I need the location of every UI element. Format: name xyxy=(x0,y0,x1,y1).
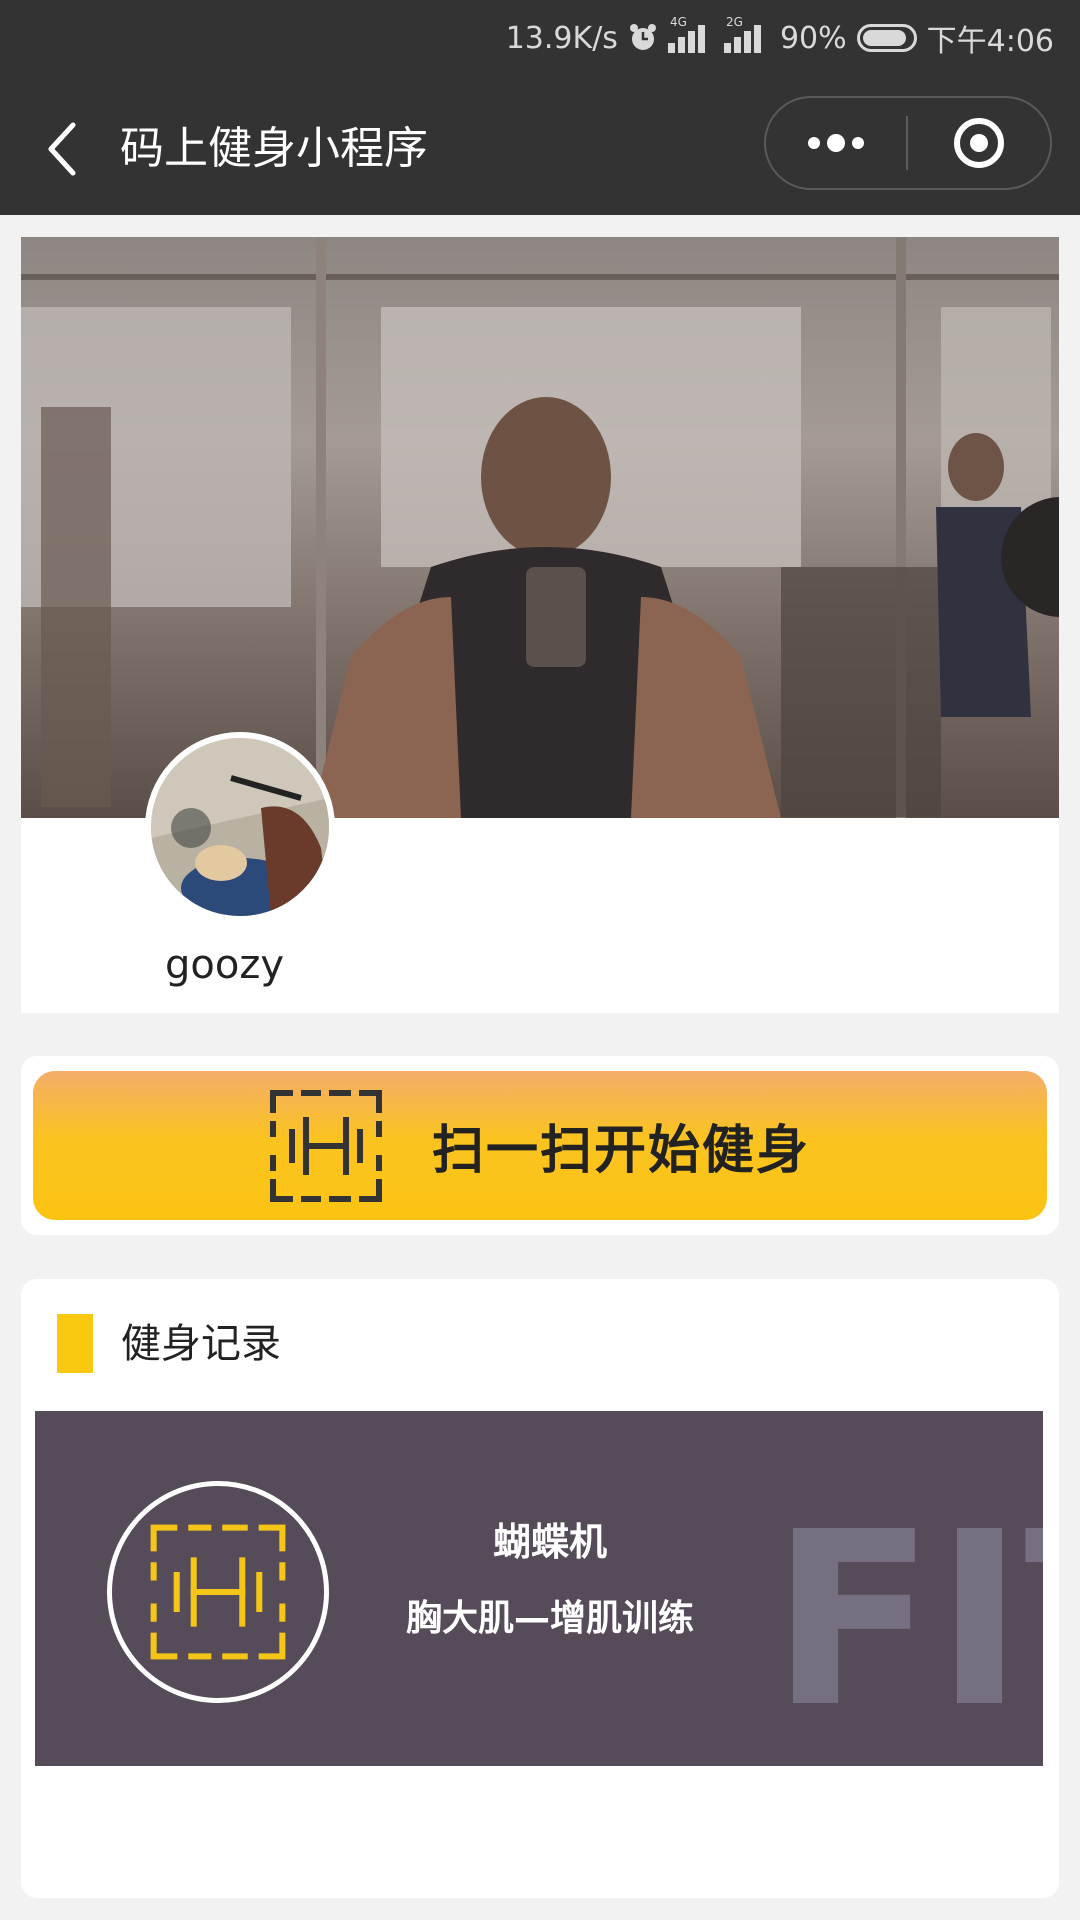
records-section: 健身记录 蝴蝶机 胸大肌—增肌训练 FIT xyxy=(21,1279,1059,1898)
clock: 下午4:06 xyxy=(926,24,1054,59)
profile-card: goozy xyxy=(21,237,1059,1013)
dumbbell-scan-icon xyxy=(269,1089,382,1202)
battery-icon xyxy=(856,24,917,52)
avatar-photo xyxy=(151,738,329,916)
close-button[interactable] xyxy=(908,98,1050,188)
back-button[interactable] xyxy=(36,114,86,184)
watermark-text: FIT xyxy=(771,1503,1043,1760)
section-marker xyxy=(57,1314,93,1373)
record-item[interactable]: 蝴蝶机 胸大肌—增肌训练 FIT xyxy=(35,1411,1043,1766)
record-equipment-name: 蝴蝶机 xyxy=(492,1520,607,1564)
net-speed: 13.9K/s xyxy=(505,20,618,56)
mini-program-capsule xyxy=(764,96,1052,190)
alarm-icon xyxy=(629,24,656,50)
status-bar: 13.9K/s 4G 2G 90% 下午4:06 xyxy=(506,14,1054,62)
record-badge xyxy=(107,1481,329,1703)
avatar[interactable] xyxy=(145,732,335,922)
top-bar: 13.9K/s 4G 2G 90% 下午4:06 码上健身小程序 xyxy=(0,0,1080,215)
record-description: 胸大肌—增肌训练 xyxy=(405,1598,694,1639)
scan-start-button[interactable]: 扫一扫开始健身 xyxy=(33,1071,1047,1220)
fit-watermark: FIT xyxy=(771,1503,1043,1760)
scan-section: 扫一扫开始健身 xyxy=(21,1056,1059,1235)
profile-banner-image xyxy=(21,237,1059,818)
dumbbell-scan-icon xyxy=(150,1524,286,1660)
more-dots-icon xyxy=(808,134,864,152)
signal-4g-icon: 4G xyxy=(667,15,714,55)
target-circle-icon xyxy=(954,118,1004,168)
battery-percent: 90% xyxy=(779,20,847,56)
page-title: 码上健身小程序 xyxy=(120,123,428,174)
username: goozy xyxy=(165,942,285,988)
scan-label: 扫一扫开始健身 xyxy=(431,1121,810,1181)
gym-photo xyxy=(21,237,1059,818)
records-title: 健身记录 xyxy=(121,1321,281,1367)
signal-2g-icon: 2G xyxy=(723,15,770,55)
title-bar: 码上健身小程序 xyxy=(0,84,1080,214)
chevron-left-icon xyxy=(48,122,76,176)
more-button[interactable] xyxy=(766,98,906,188)
